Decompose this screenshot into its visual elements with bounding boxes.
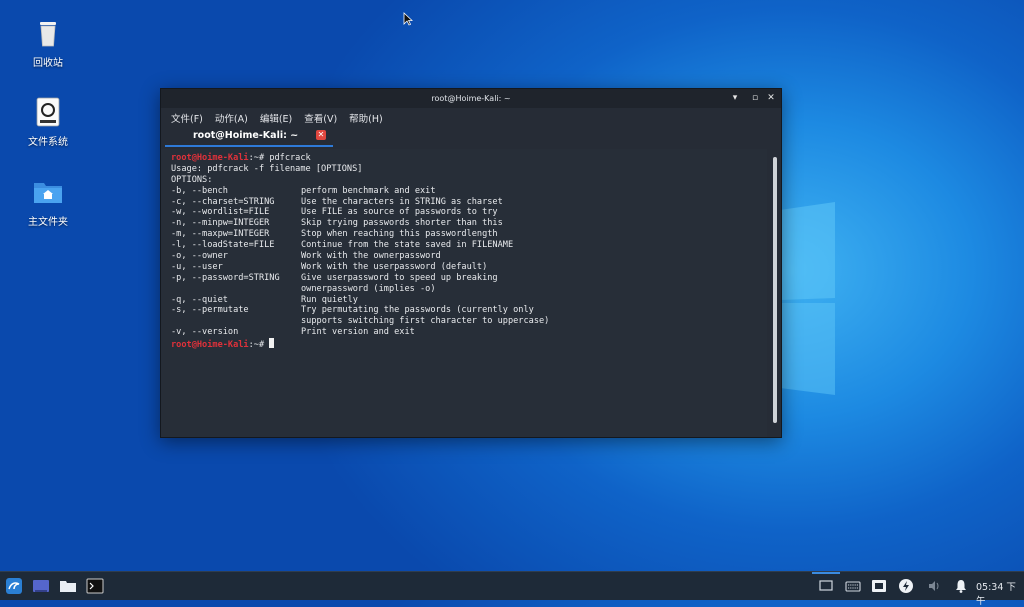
keyboard-icon[interactable]	[845, 578, 861, 594]
desktop-icon-filesystem[interactable]: 文件系统	[8, 95, 88, 148]
option-flag: -b, --bench	[171, 185, 228, 196]
window-list-icon[interactable]	[818, 578, 834, 594]
terminal-window[interactable]: root@Hoime-Kali: ~ ▾ ▫ ✕ 文件(F) 动作(A) 编辑(…	[160, 88, 782, 438]
option-flag: -w, --wordlist=FILE	[171, 207, 270, 218]
option-flag: -q, --quiet	[171, 294, 228, 305]
close-button[interactable]: ✕	[765, 92, 777, 104]
scrollbar[interactable]	[773, 157, 777, 423]
menu-bar: 文件(F) 动作(A) 编辑(E) 查看(V) 帮助(H)	[161, 108, 781, 127]
title-bar[interactable]: root@Hoime-Kali: ~ ▾ ▫ ✕	[161, 89, 781, 108]
option-description: Continue from the state saved in FILENAM…	[301, 240, 514, 251]
option-flag: -v, --version	[171, 327, 239, 338]
command-line: root@Hoime-Kali:~# pdfcrack	[171, 153, 767, 164]
option-row: -n, --minpw=INTEGER Skip trying passwords…	[171, 218, 767, 229]
option-row: -q, --quiet Run quietly	[171, 295, 767, 306]
scrollbar-thumb[interactable]	[773, 157, 777, 423]
option-row: -m, --maxpw=INTEGER Stop when reaching th…	[171, 229, 767, 240]
taskbar: 05:34 下午	[0, 571, 1024, 607]
option-row: -s, --permutate Try permutating the passw…	[171, 305, 767, 316]
desktop-icon-label: 主文件夹	[28, 217, 68, 228]
desktop-icon-label: 回收站	[33, 58, 63, 69]
option-description: Work with the userpassword (default)	[301, 261, 488, 272]
options-header: OPTIONS:	[171, 174, 213, 185]
option-description: Skip trying passwords shorter than this	[301, 218, 503, 229]
tab-terminal[interactable]: root@Hoime-Kali: ~ ✕	[165, 127, 333, 147]
option-description: Use FILE as source of passwords to try	[301, 207, 498, 218]
option-description: Print version and exit	[301, 327, 415, 338]
option-flag: -m, --maxpw=INTEGER	[171, 229, 270, 240]
maximize-button[interactable]: ▫	[749, 92, 761, 104]
network-icon[interactable]	[871, 578, 887, 594]
volume-icon[interactable]	[926, 578, 942, 594]
tab-label: root@Hoime-Kali: ~	[193, 130, 299, 141]
option-description: Give userpassword to speed up breaking	[301, 272, 498, 283]
minimize-button[interactable]: ▾	[729, 92, 741, 104]
option-description: Stop when reaching this passwordlength	[301, 229, 498, 240]
option-row: -v, --version Print version and exit	[171, 327, 767, 338]
kali-menu-icon[interactable]	[5, 577, 23, 595]
terminal-launcher-icon[interactable]	[86, 577, 104, 595]
option-row: -o, --owner Work with the ownerpassword	[171, 251, 767, 262]
option-row: -w, --wordlist=FILE Use FILE as source of…	[171, 207, 767, 218]
desktop-icon-trash[interactable]: 回收站	[8, 16, 88, 69]
prompt-user-host: root@Hoime-Kali	[171, 340, 249, 351]
option-flag: -l, --loadState=FILE	[171, 240, 275, 251]
mouse-pointer-icon	[403, 11, 414, 30]
option-description: perform benchmark and exit	[301, 185, 436, 196]
option-row: -p, --password=STRING Give userpassword t…	[171, 273, 767, 284]
prompt-user-host: root@Hoime-Kali	[171, 153, 249, 163]
menu-file[interactable]: 文件(F)	[171, 111, 203, 125]
option-row: supports switching first character to up…	[171, 316, 767, 327]
current-prompt-line: root@Hoime-Kali:~#	[171, 338, 767, 351]
trash-icon	[31, 16, 65, 50]
option-flag: -u, --user	[171, 261, 223, 272]
desktop-icon-home[interactable]: 主文件夹	[8, 175, 88, 228]
prompt-suffix: :~#	[248, 153, 270, 163]
option-row: -c, --charset=STRING Use the characters i…	[171, 197, 767, 208]
option-row: -l, --loadState=FILE Continue from the st…	[171, 240, 767, 251]
terminal-output[interactable]: root@Hoime-Kali:~# pdfcrack Usage: pdfcr…	[161, 149, 767, 437]
notification-bell-icon[interactable]	[953, 578, 969, 594]
tab-bar: root@Hoime-Kali: ~ ✕	[161, 127, 781, 147]
usage-line: Usage: pdfcrack -f filename [OPTIONS]	[171, 163, 363, 174]
options-list: -b, --bench perform benchmark and exit -c,…	[171, 186, 767, 338]
option-flag: -p, --password=STRING	[171, 272, 280, 283]
power-manager-icon[interactable]	[898, 578, 914, 594]
menu-view[interactable]: 查看(V)	[304, 111, 337, 125]
clock[interactable]: 05:34 下午	[976, 579, 1024, 607]
option-flag: -c, --charset=STRING	[171, 196, 275, 207]
text-cursor	[269, 338, 275, 349]
file-manager-icon[interactable]	[59, 577, 77, 595]
option-description: Use the characters in STRING as charset	[301, 196, 503, 207]
window-title: root@Hoime-Kali: ~	[431, 94, 511, 103]
active-window-indicator	[812, 572, 840, 574]
drive-icon	[31, 95, 65, 129]
show-desktop-icon[interactable]	[32, 577, 50, 595]
menu-help[interactable]: 帮助(H)	[349, 111, 383, 125]
option-description: Work with the ownerpassword	[301, 251, 441, 262]
option-description: ownerpassword (implies -o)	[301, 283, 436, 294]
option-row: -b, --bench perform benchmark and exit	[171, 186, 767, 197]
command-text: pdfcrack	[269, 153, 311, 163]
option-description: Try permutating the passwords (currently…	[301, 305, 534, 316]
menu-actions[interactable]: 动作(A)	[215, 111, 248, 125]
option-flag: -s, --permutate	[171, 305, 249, 316]
option-description: supports switching first character to up…	[301, 316, 550, 327]
home-folder-icon	[31, 175, 65, 209]
option-row: -u, --user Work with the userpassword (de…	[171, 262, 767, 273]
prompt-suffix: :~#	[248, 340, 270, 351]
option-flag: -n, --minpw=INTEGER	[171, 218, 270, 229]
option-description: Run quietly	[301, 294, 358, 305]
option-flag: -o, --owner	[171, 251, 228, 262]
option-row: ownerpassword (implies -o)	[171, 284, 767, 295]
desktop-icon-label: 文件系统	[28, 137, 68, 148]
menu-edit[interactable]: 编辑(E)	[260, 111, 292, 125]
tab-close-icon[interactable]: ✕	[316, 130, 326, 140]
